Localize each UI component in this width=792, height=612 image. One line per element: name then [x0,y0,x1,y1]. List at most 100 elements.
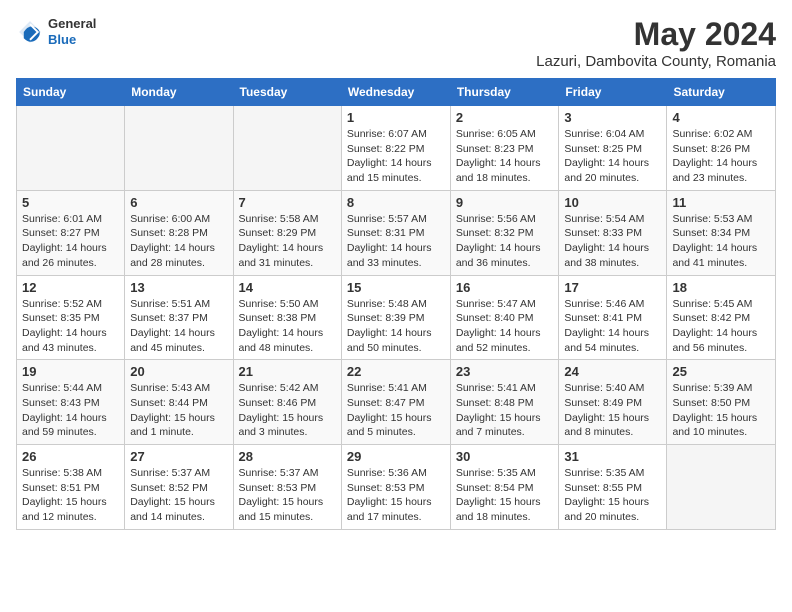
weekday-header-row: SundayMondayTuesdayWednesdayThursdayFrid… [17,79,776,106]
calendar-cell: 28 Sunrise: 5:37 AMSunset: 8:53 PMDayligh… [233,445,341,530]
weekday-header: Saturday [667,79,776,106]
header: General Blue May 2024 Lazuri, Dambovita … [16,16,776,70]
cell-details: Sunrise: 5:52 AMSunset: 8:35 PMDaylight:… [22,297,119,356]
cell-details: Sunrise: 5:57 AMSunset: 8:31 PMDaylight:… [347,212,445,271]
cell-details: Sunrise: 5:58 AMSunset: 8:29 PMDaylight:… [239,212,336,271]
calendar-week-row: 12 Sunrise: 5:52 AMSunset: 8:35 PMDayligh… [17,275,776,360]
cell-details: Sunrise: 5:42 AMSunset: 8:46 PMDaylight:… [239,381,336,440]
cell-details: Sunrise: 5:53 AMSunset: 8:34 PMDaylight:… [672,212,770,271]
day-number: 11 [672,195,770,210]
logo-text: General Blue [48,16,96,47]
cell-details: Sunrise: 5:44 AMSunset: 8:43 PMDaylight:… [22,381,119,440]
day-number: 21 [239,364,336,379]
calendar-cell: 29Sunrise: 5:36 AMSunset: 8:53 PMDayligh… [341,445,450,530]
day-number: 13 [130,280,227,295]
cell-details: Sunrise: 6:00 AMSunset: 8:28 PMDaylight:… [130,212,227,271]
calendar-cell [667,445,776,530]
day-number: 20 [130,364,227,379]
cell-details: Sunrise: 6:05 AMSunset: 8:23 PMDaylight:… [456,127,554,186]
day-number: 7 [239,195,336,210]
day-number: 9 [456,195,554,210]
day-number: 3 [564,110,661,125]
day-number: 14 [239,280,336,295]
title-area: May 2024 Lazuri, Dambovita County, Roman… [536,16,776,70]
cell-details: Sunrise: 5:35 AMSunset: 8:55 PMDaylight:… [564,466,661,525]
calendar-cell: 13Sunrise: 5:51 AMSunset: 8:37 PMDayligh… [125,275,233,360]
day-number: 24 [564,364,661,379]
day-number: 28 [239,449,336,464]
cell-details: Sunrise: 6:02 AMSunset: 8:26 PMDaylight:… [672,127,770,186]
day-number: 23 [456,364,554,379]
cell-details: Sunrise: 5:41 AMSunset: 8:48 PMDaylight:… [456,381,554,440]
cell-details: Sunrise: 5:43 AMSunset: 8:44 PMDaylight:… [130,381,227,440]
day-number: 5 [22,195,119,210]
day-number: 27 [130,449,227,464]
cell-details: Sunrise: 5:37 AMSunset: 8:53 PMDaylight:… [239,466,336,525]
cell-details: Sunrise: 5:45 AMSunset: 8:42 PMDaylight:… [672,297,770,356]
cell-details: Sunrise: 6:01 AMSunset: 8:27 PMDaylight:… [22,212,119,271]
calendar-cell: 23 Sunrise: 5:41 AMSunset: 8:48 PMDayligh… [450,360,559,445]
calendar-cell: 2 Sunrise: 6:05 AMSunset: 8:23 PMDaylight… [450,106,559,191]
day-number: 26 [22,449,119,464]
cell-details: Sunrise: 5:48 AMSunset: 8:39 PMDaylight:… [347,297,445,356]
cell-details: Sunrise: 5:50 AMSunset: 8:38 PMDaylight:… [239,297,336,356]
calendar-cell: 4 Sunrise: 6:02 AMSunset: 8:26 PMDaylight… [667,106,776,191]
calendar-cell: 11 Sunrise: 5:53 AMSunset: 8:34 PMDayligh… [667,190,776,275]
calendar-cell: 24Sunrise: 5:40 AMSunset: 8:49 PMDayligh… [559,360,667,445]
calendar-cell: 12 Sunrise: 5:52 AMSunset: 8:35 PMDayligh… [17,275,125,360]
cell-details: Sunrise: 5:41 AMSunset: 8:47 PMDaylight:… [347,381,445,440]
logo-icon [16,18,44,46]
day-number: 30 [456,449,554,464]
calendar-cell: 19 Sunrise: 5:44 AMSunset: 8:43 PMDayligh… [17,360,125,445]
calendar-cell [233,106,341,191]
cell-details: Sunrise: 5:54 AMSunset: 8:33 PMDaylight:… [564,212,661,271]
day-number: 17 [564,280,661,295]
calendar-cell: 5 Sunrise: 6:01 AMSunset: 8:27 PMDaylight… [17,190,125,275]
calendar-cell: 27Sunrise: 5:37 AMSunset: 8:52 PMDayligh… [125,445,233,530]
calendar-cell [125,106,233,191]
calendar-cell: 7 Sunrise: 5:58 AMSunset: 8:29 PMDaylight… [233,190,341,275]
cell-details: Sunrise: 5:35 AMSunset: 8:54 PMDaylight:… [456,466,554,525]
calendar-body: 1Sunrise: 6:07 AMSunset: 8:22 PMDaylight… [17,106,776,530]
day-number: 4 [672,110,770,125]
calendar-cell: 21 Sunrise: 5:42 AMSunset: 8:46 PMDayligh… [233,360,341,445]
day-number: 10 [564,195,661,210]
day-number: 6 [130,195,227,210]
weekday-header: Wednesday [341,79,450,106]
calendar-cell: 1Sunrise: 6:07 AMSunset: 8:22 PMDaylight… [341,106,450,191]
day-number: 25 [672,364,770,379]
cell-details: Sunrise: 6:04 AMSunset: 8:25 PMDaylight:… [564,127,661,186]
cell-details: Sunrise: 5:56 AMSunset: 8:32 PMDaylight:… [456,212,554,271]
calendar-cell [17,106,125,191]
calendar-week-row: 26 Sunrise: 5:38 AMSunset: 8:51 PMDayligh… [17,445,776,530]
calendar-week-row: 5 Sunrise: 6:01 AMSunset: 8:27 PMDaylight… [17,190,776,275]
day-number: 22 [347,364,445,379]
logo-blue-text: Blue [48,32,96,48]
day-number: 2 [456,110,554,125]
calendar-week-row: 1Sunrise: 6:07 AMSunset: 8:22 PMDaylight… [17,106,776,191]
calendar-cell: 26 Sunrise: 5:38 AMSunset: 8:51 PMDayligh… [17,445,125,530]
calendar-cell: 3 Sunrise: 6:04 AMSunset: 8:25 PMDaylight… [559,106,667,191]
calendar-table: SundayMondayTuesdayWednesdayThursdayFrid… [16,78,776,530]
calendar-cell: 20 Sunrise: 5:43 AMSunset: 8:44 PMDayligh… [125,360,233,445]
calendar-cell: 8 Sunrise: 5:57 AMSunset: 8:31 PMDaylight… [341,190,450,275]
calendar-cell: 30 Sunrise: 5:35 AMSunset: 8:54 PMDayligh… [450,445,559,530]
day-number: 12 [22,280,119,295]
weekday-header: Sunday [17,79,125,106]
day-number: 15 [347,280,445,295]
day-number: 31 [564,449,661,464]
calendar-cell: 10 Sunrise: 5:54 AMSunset: 8:33 PMDayligh… [559,190,667,275]
calendar-cell: 18Sunrise: 5:45 AMSunset: 8:42 PMDayligh… [667,275,776,360]
calendar-cell: 16Sunrise: 5:47 AMSunset: 8:40 PMDayligh… [450,275,559,360]
calendar-cell: 17Sunrise: 5:46 AMSunset: 8:41 PMDayligh… [559,275,667,360]
logo: General Blue [16,16,96,47]
calendar-cell: 14 Sunrise: 5:50 AMSunset: 8:38 PMDayligh… [233,275,341,360]
day-number: 19 [22,364,119,379]
calendar-week-row: 19 Sunrise: 5:44 AMSunset: 8:43 PMDayligh… [17,360,776,445]
day-number: 8 [347,195,445,210]
calendar-cell: 22 Sunrise: 5:41 AMSunset: 8:47 PMDayligh… [341,360,450,445]
cell-details: Sunrise: 5:36 AMSunset: 8:53 PMDaylight:… [347,466,445,525]
cell-details: Sunrise: 5:38 AMSunset: 8:51 PMDaylight:… [22,466,119,525]
weekday-header: Monday [125,79,233,106]
calendar-cell: 25Sunrise: 5:39 AMSunset: 8:50 PMDayligh… [667,360,776,445]
